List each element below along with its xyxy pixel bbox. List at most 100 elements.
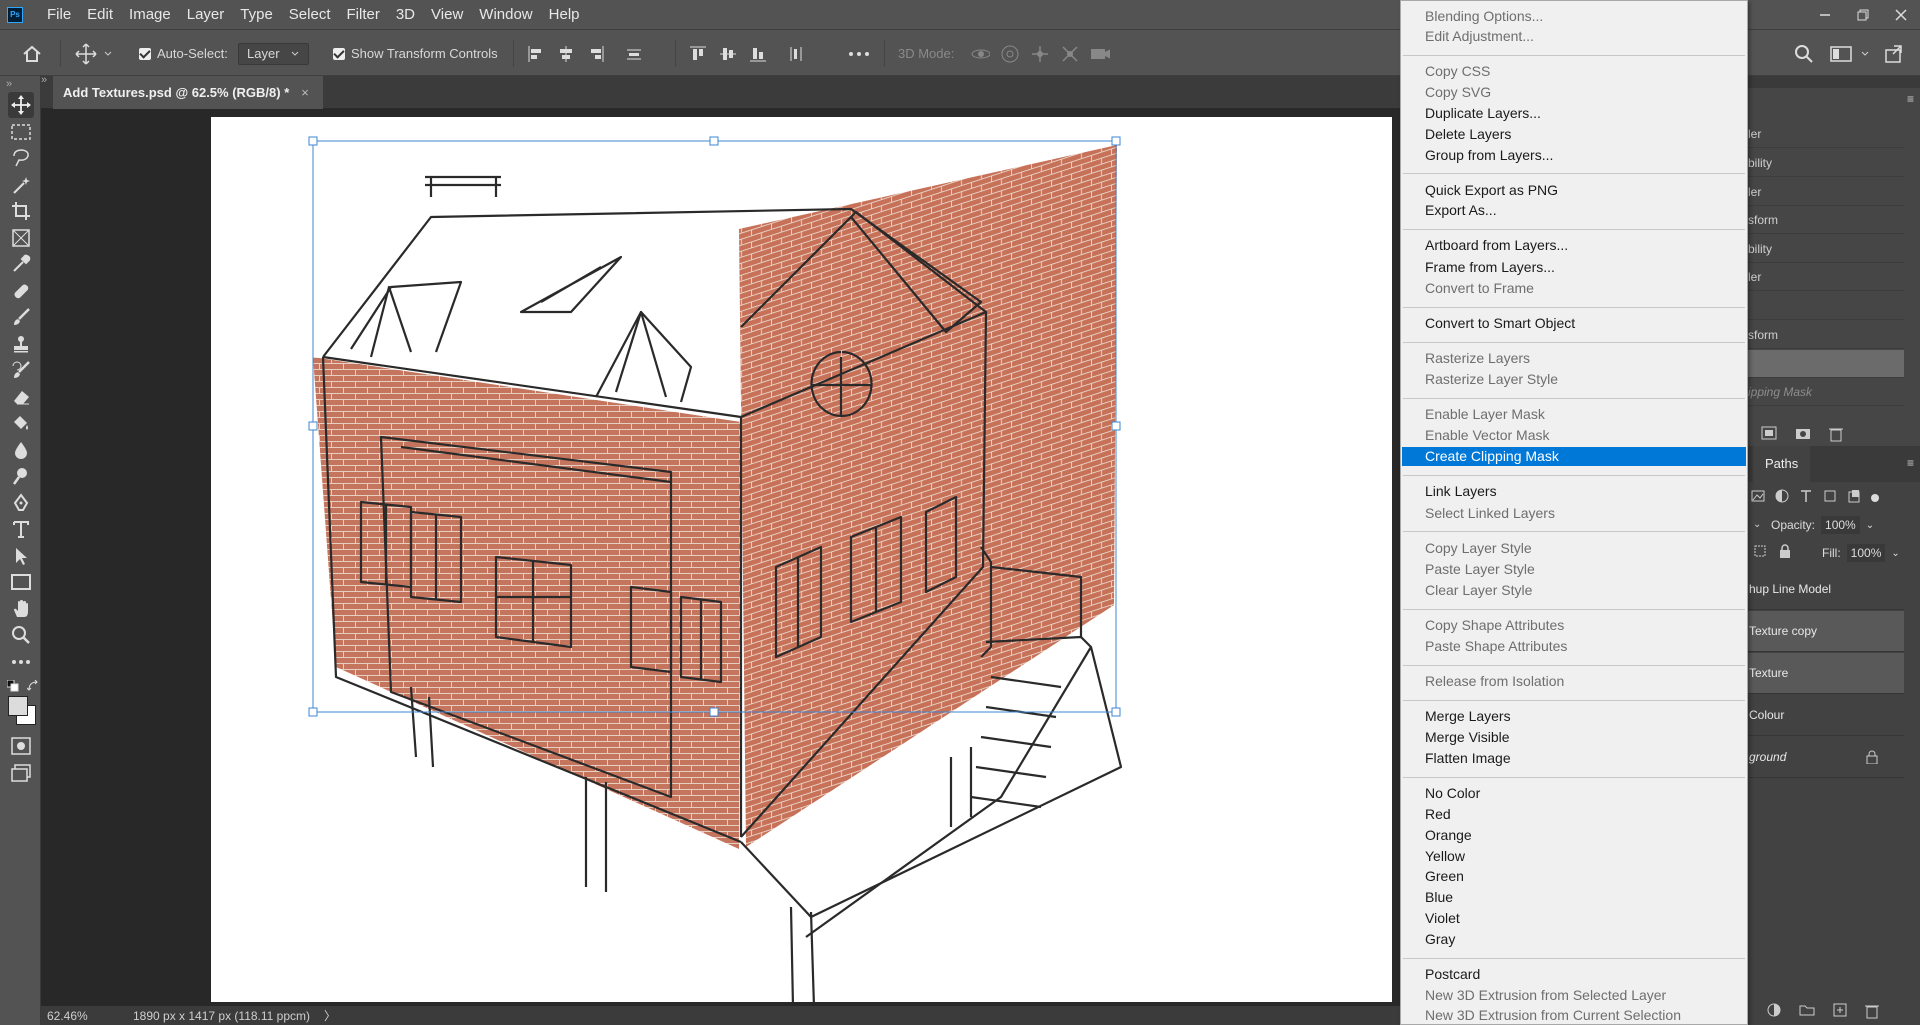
document-canvas[interactable] [211,117,1392,1002]
more-options-icon[interactable] [848,30,870,77]
menu-item-yellow[interactable]: Yellow [1402,847,1746,866]
menu-item-postcard[interactable]: Postcard [1402,965,1746,984]
menu-select[interactable]: Select [281,0,339,29]
align-right-icon[interactable] [586,44,606,64]
menu-item-create-clipping-mask[interactable]: Create Clipping Mask [1402,447,1746,466]
status-menu-arrow-icon[interactable]: 〉 [324,1007,336,1024]
magic-wand-tool-icon[interactable] [8,172,34,198]
opacity-input[interactable]: 100% [1821,516,1860,534]
menu-item-export-as[interactable]: Export As... [1402,201,1746,220]
menu-item-delete-layers[interactable]: Delete Layers [1402,125,1746,144]
3d-camera-icon[interactable] [1090,44,1110,64]
align-center-icon[interactable] [556,44,576,64]
add-layer-style-icon[interactable] [1767,1003,1781,1024]
blur-tool-icon[interactable] [8,437,34,463]
align-bottom-icon[interactable] [748,44,768,64]
menu-type[interactable]: Type [232,0,281,29]
menu-file[interactable]: File [39,0,79,29]
zoom-tool-icon[interactable] [8,622,34,648]
filter-adjustment-icon[interactable] [1775,489,1789,508]
align-middle-icon[interactable] [718,44,738,64]
filter-shape-icon[interactable] [1823,489,1837,508]
menu-item-gray[interactable]: Gray [1402,930,1746,949]
lock-all-icon[interactable] [1779,543,1791,563]
chevron-down-icon[interactable]: ⌄ [1866,520,1874,531]
workspace-switcher-icon[interactable] [1830,30,1870,77]
3d-orbit-icon[interactable] [970,44,990,64]
foreground-color-swatch[interactable] [8,696,28,716]
menu-item-green[interactable]: Green [1402,867,1746,886]
3d-slide-icon[interactable] [1060,44,1080,64]
history-brush-tool-icon[interactable] [8,357,34,383]
move-tool-icon[interactable] [8,92,34,118]
frame-tool-icon[interactable] [8,225,34,251]
panel-menu-icon[interactable]: ≡ [1907,456,1914,470]
eyedropper-tool-icon[interactable] [8,251,34,277]
filter-smart-object-icon[interactable] [1847,489,1861,508]
clone-stamp-tool-icon[interactable] [8,331,34,357]
menu-item-red[interactable]: Red [1402,805,1746,824]
menu-item-flatten-image[interactable]: Flatten Image [1402,749,1746,768]
menu-help[interactable]: Help [541,0,588,29]
document-tab[interactable]: Add Textures.psd @ 62.5% (RGB/8) * × [53,76,323,109]
canvas-area[interactable] [41,109,1401,1006]
restore-icon[interactable] [1844,0,1882,29]
pen-tool-icon[interactable] [8,490,34,516]
chevron-down-icon[interactable]: ⌄ [1891,548,1899,559]
menu-item-group-from-layers[interactable]: Group from Layers... [1402,146,1746,165]
lasso-tool-icon[interactable] [8,145,34,171]
swap-colors-icon[interactable] [26,679,39,697]
lock-artboard-icon[interactable] [1753,544,1767,563]
menu-3d[interactable]: 3D [388,0,423,29]
delete-layer-icon[interactable] [1865,1003,1879,1024]
crop-tool-icon[interactable] [8,198,34,224]
snapshot-camera-icon[interactable] [1795,426,1811,447]
quick-mask-icon[interactable] [8,733,34,759]
type-tool-icon[interactable] [8,516,34,542]
menu-item-link-layers[interactable]: Link Layers [1402,482,1746,501]
menu-item-violet[interactable]: Violet [1402,909,1746,928]
edit-toolbar-icon[interactable] [8,649,34,675]
menu-filter[interactable]: Filter [339,0,388,29]
collapse-arrows-icon[interactable]: » [6,78,12,90]
filter-type-icon[interactable] [1799,489,1813,508]
share-icon[interactable] [1884,30,1904,77]
menu-item-merge-visible[interactable]: Merge Visible [1402,728,1746,747]
menu-item-duplicate-layers[interactable]: Duplicate Layers... [1402,104,1746,123]
menu-window[interactable]: Window [471,0,540,29]
auto-select-checkbox[interactable]: Auto-Select: [139,30,228,77]
delete-state-icon[interactable] [1829,426,1843,447]
close-window-icon[interactable] [1882,0,1920,29]
menu-image[interactable]: Image [121,0,179,29]
menu-layer[interactable]: Layer [179,0,233,29]
path-selection-tool-icon[interactable] [8,543,34,569]
filter-toggle-icon[interactable] [1871,494,1879,502]
distribute-horizontal-icon[interactable] [786,44,806,64]
auto-select-dropdown[interactable]: Layer [238,42,309,65]
paint-bucket-tool-icon[interactable] [8,410,34,436]
new-group-icon[interactable] [1799,1003,1815,1024]
menu-item-orange[interactable]: Orange [1402,826,1746,845]
align-top-icon[interactable] [688,44,708,64]
show-transform-checkbox[interactable]: Show Transform Controls [333,30,498,77]
close-document-icon[interactable]: × [301,85,309,100]
distribute-vertical-icon[interactable] [624,44,644,64]
home-icon[interactable] [22,30,42,77]
menu-view[interactable]: View [423,0,471,29]
search-icon[interactable] [1794,30,1814,77]
default-colors-icon[interactable] [6,679,19,697]
rectangle-tool-icon[interactable] [8,569,34,595]
tab-paths[interactable]: Paths [1753,446,1811,482]
brush-tool-icon[interactable] [8,304,34,330]
zoom-level[interactable]: 62.46% [47,1009,107,1023]
minimize-icon[interactable] [1806,0,1844,29]
menu-item-no-color[interactable]: No Color [1402,784,1746,803]
menu-edit[interactable]: Edit [79,0,121,29]
panel-menu-icon[interactable]: ≡ [1907,92,1914,106]
screen-mode-icon[interactable] [8,760,34,786]
expand-panel-arrows-icon[interactable]: » [41,74,47,86]
filter-pixel-icon[interactable] [1751,489,1765,507]
menu-item-artboard-from-layers[interactable]: Artboard from Layers... [1402,236,1746,255]
fill-input[interactable]: 100% [1846,544,1886,562]
align-left-icon[interactable] [526,44,546,64]
